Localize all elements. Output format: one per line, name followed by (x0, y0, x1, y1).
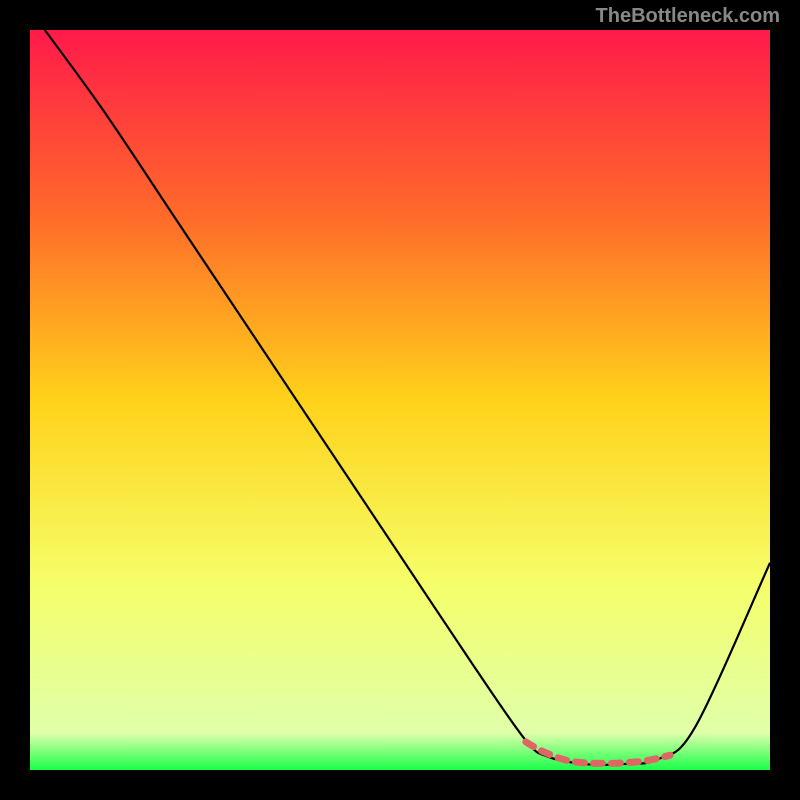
chart-container: TheBottleneck.com (0, 0, 800, 800)
gradient-background (30, 30, 770, 770)
watermark-text: TheBottleneck.com (596, 5, 780, 28)
plot-area (30, 30, 770, 770)
chart-svg (30, 30, 770, 770)
